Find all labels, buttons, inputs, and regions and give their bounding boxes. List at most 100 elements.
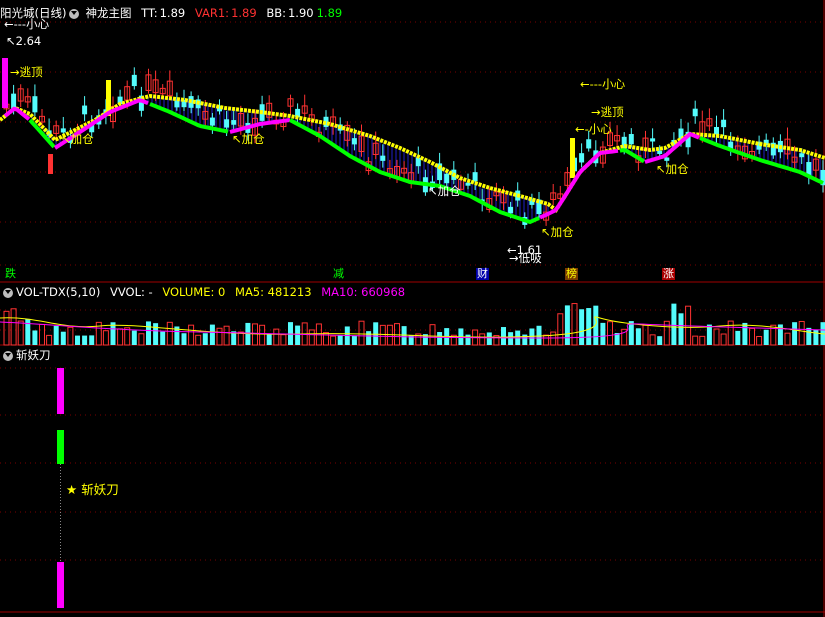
volume-bar-up (223, 325, 230, 346)
mark-wealth: 财 (476, 267, 489, 280)
volume-bar-up (166, 321, 173, 346)
volume-bar-down (266, 334, 272, 345)
grid-lines (0, 0, 825, 617)
dropdown-circle-icon[interactable] (3, 287, 13, 298)
candle-body-down (721, 119, 727, 128)
volume-bar-down (635, 328, 641, 345)
volume-bar-up (692, 335, 699, 346)
vvol-value: VVOL: - (110, 285, 153, 299)
candle-body-down (351, 138, 357, 145)
candle-body-down (231, 120, 237, 125)
volume-bar-down (131, 330, 137, 345)
candle-body-down (32, 96, 38, 113)
signal-bar-magenta-top (57, 368, 64, 414)
volume-bar-down (806, 327, 812, 345)
dropdown-circle-icon[interactable] (3, 350, 13, 361)
small-heart-top-label: ←---小心 (4, 17, 50, 31)
volume-bar-down (53, 325, 59, 345)
main-panel-header: 阳光城(日线) 神龙主图 TT: 1.89 VAR1: 1.89 BB: 1.90 1.8… (0, 5, 348, 21)
signal-label: 斩妖刀 (81, 482, 119, 497)
signal-title[interactable]: 斩妖刀 (16, 348, 51, 362)
volume-bar-up (394, 323, 400, 346)
volume-bar-up (557, 313, 564, 346)
volume-bar-up (188, 324, 195, 346)
candle-body-down (579, 153, 585, 163)
add-position-label-5: ↖加仓 (656, 162, 689, 176)
candle-body-down (224, 119, 230, 128)
highlight-candle (48, 154, 53, 174)
bb-label: BB: (266, 6, 286, 20)
volume-bar-up (17, 320, 24, 346)
volume-bar-down (82, 335, 88, 345)
volume-bar-down (657, 336, 663, 345)
candle-body-down (692, 108, 698, 117)
volume-bar-up (479, 333, 486, 346)
var1-value: 1.89 (231, 6, 257, 20)
volume-bar-up (237, 331, 244, 346)
bb-extra-value: 1.89 (316, 6, 343, 20)
volume-bar-down (600, 322, 606, 345)
star-icon: ★ (66, 482, 78, 497)
ma5-value: MA5: 481213 (235, 285, 312, 299)
indicator-name[interactable]: 神龙主图 (85, 6, 131, 20)
volume-bar-down (337, 334, 343, 345)
volume-bar-up (10, 308, 17, 346)
chart-canvas[interactable] (0, 0, 825, 617)
volume-bar-up (102, 330, 109, 346)
signal-panel-header: 斩妖刀 (0, 347, 57, 363)
candle-body-down (472, 172, 478, 182)
volume-bar-up (756, 335, 763, 346)
mark-rise: 涨 (662, 267, 675, 280)
upper-trend-line (0, 93, 825, 213)
volume-bar-down (295, 325, 301, 345)
volume-bar-up (117, 328, 124, 346)
volume-bar-up (699, 335, 706, 346)
volume-bar-down (202, 333, 208, 345)
volume-bar-up (273, 328, 280, 346)
volume-bar-down (75, 335, 80, 345)
volume-bar-up (550, 331, 557, 346)
bb-value: 1.90 (287, 6, 314, 20)
volume-bar-down (160, 331, 166, 345)
candle-body-down (650, 138, 656, 142)
volume-bar-up (749, 327, 755, 346)
candle-body-down (586, 139, 592, 149)
volume-bar-down (25, 318, 31, 345)
volume-bar-down (564, 305, 570, 345)
volume-bar-down (792, 322, 798, 345)
vol-title[interactable]: VOL-TDX(5,10) (16, 285, 100, 299)
low-buy-label: →低吸 (509, 251, 542, 265)
volume-bar-down (579, 309, 585, 345)
volume-bar-up (308, 329, 315, 346)
add-position-label-4: ↖加仓 (541, 225, 574, 239)
volume-bar-up (784, 332, 791, 346)
candle-body-down (465, 182, 471, 186)
escape-top-label-1: →逃顶 (10, 65, 43, 79)
volume-bars (0, 303, 825, 346)
volume-bar-up (798, 320, 805, 346)
volume-bar-down (181, 333, 187, 345)
volume-bar-up (358, 320, 365, 346)
volume-bar-down (763, 329, 769, 345)
tt-value: 1.89 (159, 6, 186, 20)
ma5-line (0, 316, 825, 338)
volume-bar-down (508, 332, 514, 345)
candle-body-down (209, 117, 215, 126)
signal-annotation: ★ 斩妖刀 (66, 483, 119, 496)
volume-bar-up (216, 327, 223, 346)
volume-bar-down (501, 327, 506, 345)
mark-reduce: 减 (333, 267, 344, 280)
volume-bar-down (146, 321, 151, 345)
small-heart-label-2: ←---小心 (580, 77, 626, 91)
volume-bar-up (259, 324, 266, 346)
volume-bar-up (713, 328, 720, 346)
volume-bar-down (465, 334, 471, 345)
dropdown-circle-icon[interactable] (69, 8, 80, 19)
small-heart-label-3: ←-小心 (575, 122, 612, 136)
signal-bar-magenta-bottom (57, 562, 64, 608)
volume-panel-header: VOL-TDX(5,10) VVOL: - VOLUME: 0 MA5: 481… (0, 284, 411, 300)
highlight-candle (570, 138, 575, 178)
candle-body-down (444, 173, 450, 184)
volume-bar-down (153, 323, 159, 345)
add-position-label-1: ↖加仓 (61, 132, 94, 146)
